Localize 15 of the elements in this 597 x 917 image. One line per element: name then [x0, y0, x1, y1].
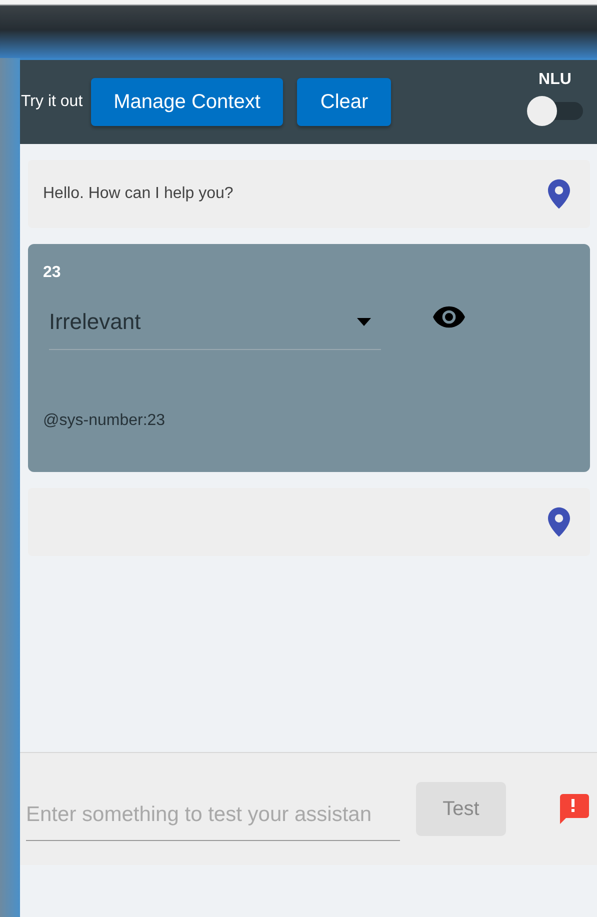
header-button[interactable]: Clear	[297, 78, 392, 126]
header-button[interactable]: Manage Context	[90, 78, 284, 126]
message-input[interactable]: Enter something to test your assistan	[26, 790, 400, 840]
entity-text: @sys-number:23	[43, 412, 166, 430]
nlu-toggle[interactable]	[527, 95, 583, 127]
eye-icon[interactable]	[433, 306, 465, 328]
message-text: Hello. How can I help you?	[43, 185, 234, 203]
intent-dropdown[interactable]: Irrelevant	[49, 294, 381, 350]
toggle-label: NLU	[538, 71, 572, 89]
location-pin-icon	[548, 507, 570, 537]
alert-icon[interactable]	[557, 794, 589, 824]
message-text: 23	[43, 264, 62, 282]
panel-title: Try it out	[21, 93, 83, 111]
location-pin-icon	[548, 179, 570, 209]
dropdown-caret-icon	[357, 318, 371, 326]
